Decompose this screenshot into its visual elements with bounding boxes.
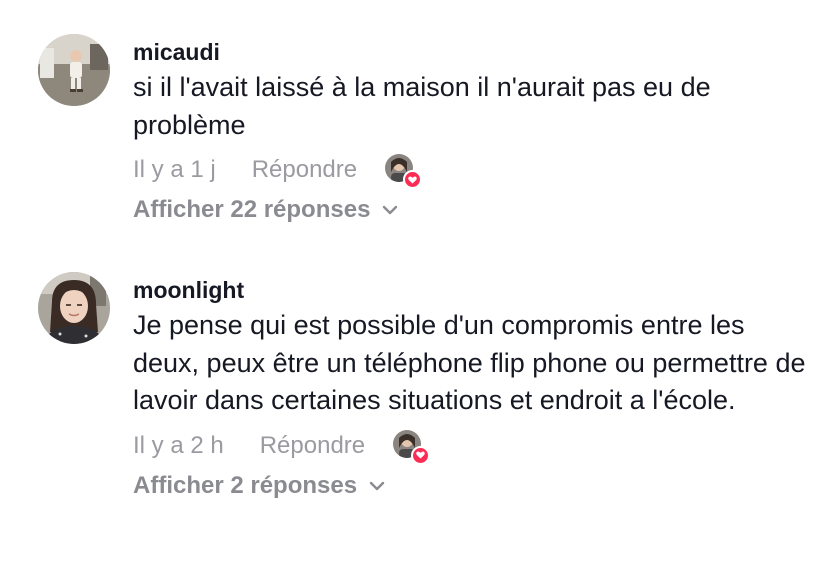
- creator-liked-badge: [383, 150, 423, 190]
- show-replies-label: Afficher 22 réponses: [133, 196, 371, 223]
- comment-timestamp: Il y a 2 h: [133, 431, 224, 459]
- reply-button[interactable]: Répondre: [252, 156, 357, 184]
- reply-button[interactable]: Répondre: [260, 432, 365, 460]
- chevron-down-icon: [369, 481, 385, 491]
- chevron-down-icon: [382, 205, 398, 215]
- avatar[interactable]: [38, 34, 110, 106]
- creator-liked-heart-icon: [403, 170, 423, 189]
- creator-liked-badge: [391, 426, 431, 466]
- comment-text: Je pense qui est possible d'un compromis…: [133, 310, 806, 415]
- show-replies-label: Afficher 2 réponses: [133, 471, 358, 499]
- comment-meta: Il y a 2 h Répondre: [133, 426, 816, 466]
- comment-username[interactable]: moonlight: [133, 274, 816, 306]
- avatar[interactable]: [38, 272, 110, 344]
- comment-username[interactable]: micaudi: [133, 36, 816, 68]
- comment-meta: Il y a 1 j Répondre: [133, 150, 816, 190]
- show-replies-button[interactable]: Afficher 2 réponses: [133, 472, 816, 500]
- comment-text: si il l'avait laissé à la maison il n'au…: [133, 72, 711, 140]
- comment-timestamp: Il y a 1 j: [133, 156, 216, 183]
- creator-liked-heart-icon: [411, 445, 431, 465]
- show-replies-button[interactable]: Afficher 22 réponses: [133, 196, 816, 224]
